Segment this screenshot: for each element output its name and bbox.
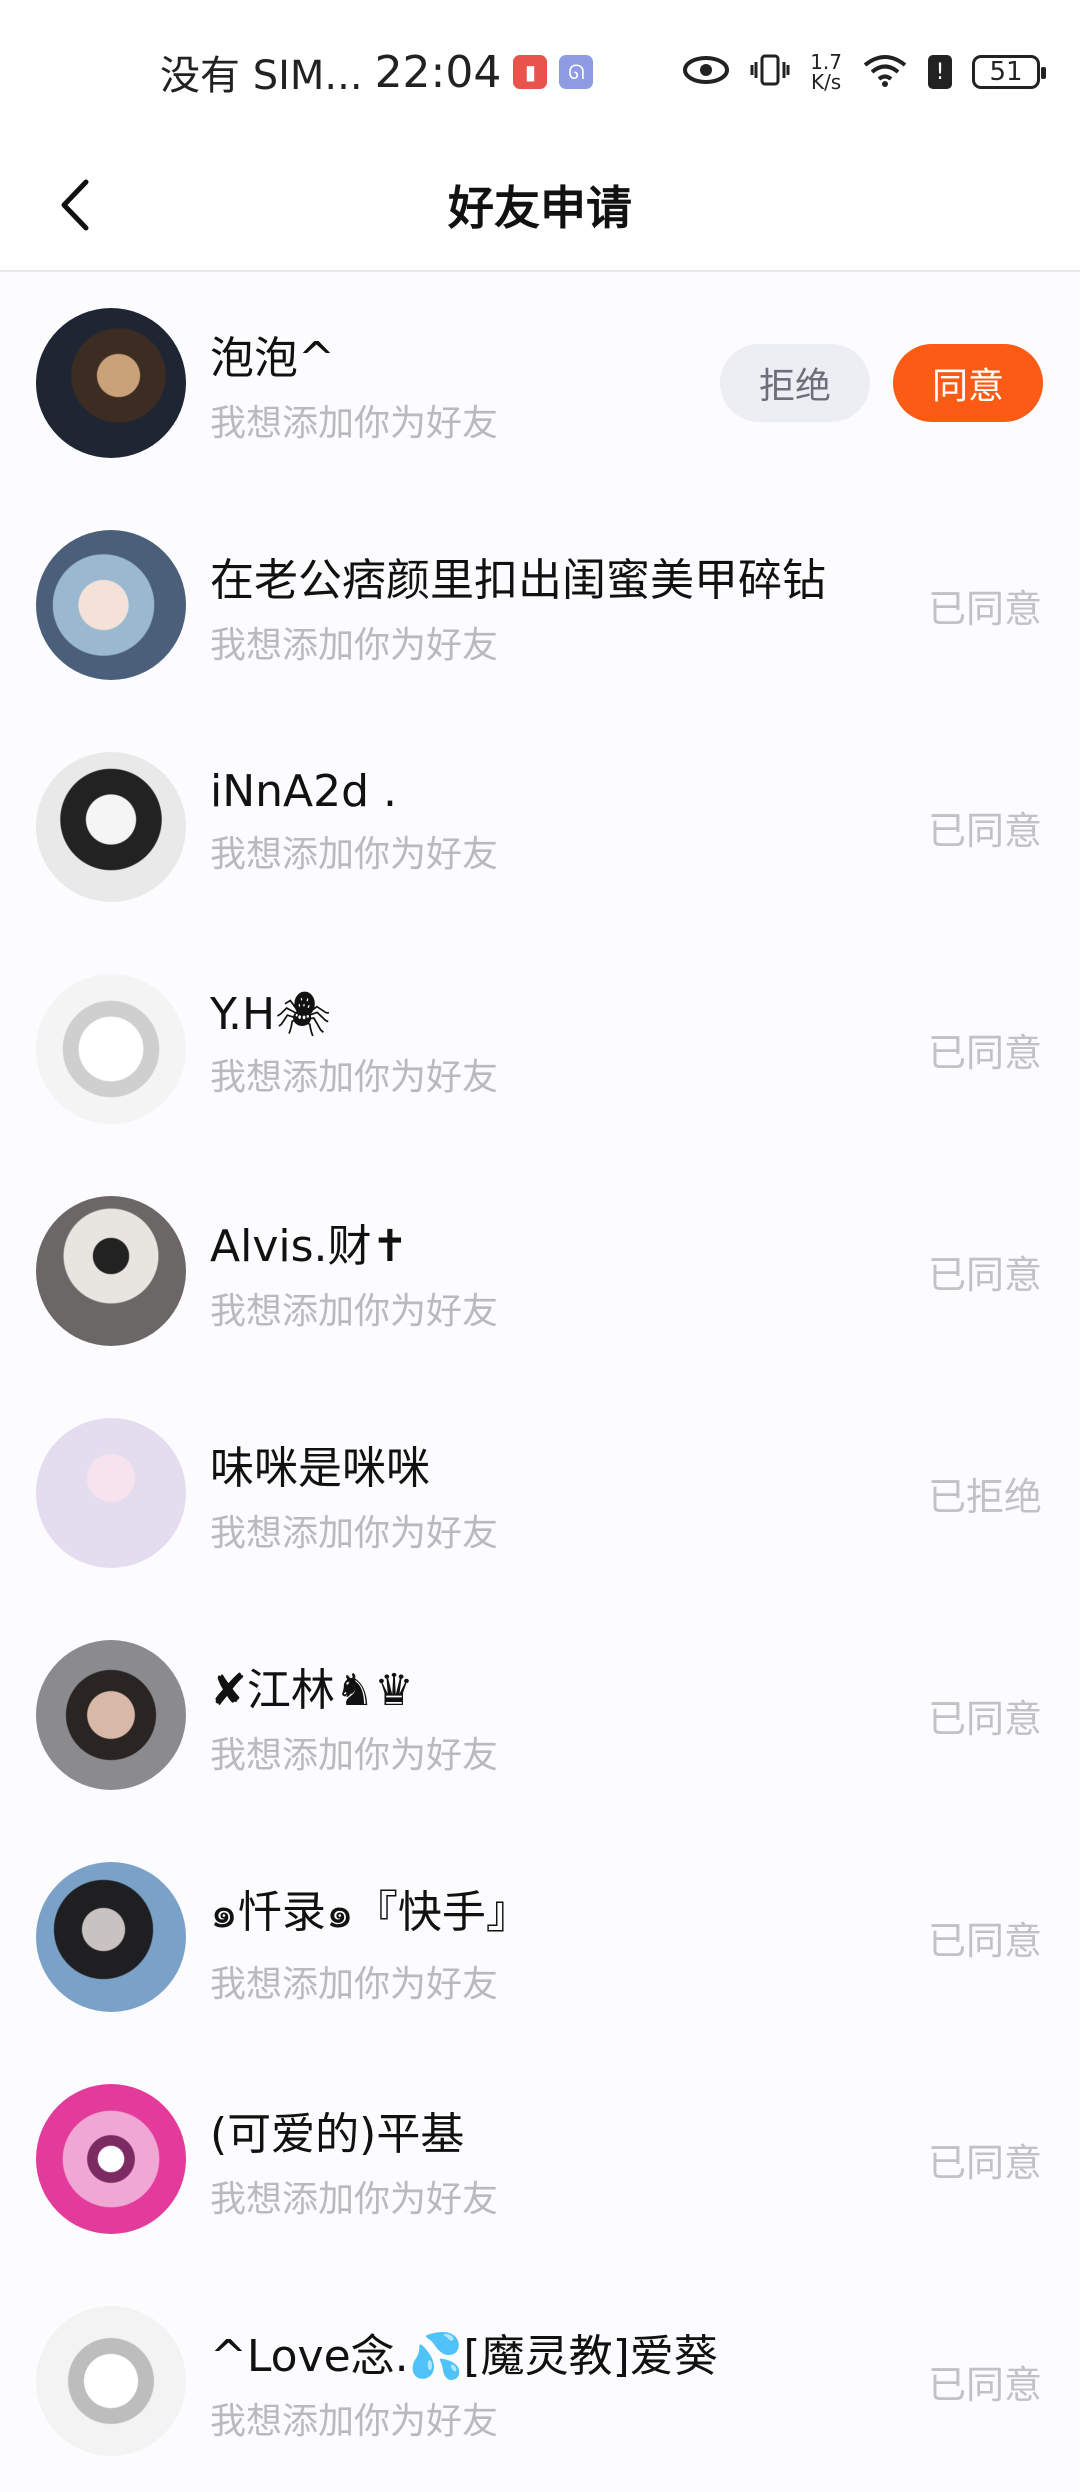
status-bar: 没有 SIM... 22:04 ▮ ᘏ 1.7 K/s ! 51	[0, 0, 1080, 140]
request-message: 我想添加你为好友	[210, 403, 499, 444]
list-item[interactable]: ๑忏录๑『快手』 我想添加你为好友 已同意	[0, 1826, 1080, 2048]
status-label: 已同意	[927, 808, 1042, 853]
request-name: ๑忏录๑『快手』	[210, 1887, 530, 1938]
vibrate-icon	[750, 53, 790, 91]
request-name: iNnA2d .	[210, 766, 398, 817]
request-message: 我想添加你为好友	[210, 1057, 499, 1098]
list-item[interactable]: Alvis.财✝ 我想添加你为好友 已同意	[0, 1160, 1080, 1382]
friend-request-list: 泡泡^ 我想添加你为好友 拒绝 同意 在老公痞颜里扣出闺蜜美甲碎钻 我想添加你为…	[0, 272, 1080, 2492]
request-message: 我想添加你为好友	[210, 1735, 499, 1776]
avatar[interactable]	[36, 1640, 186, 1790]
request-name: ^Love念.💦[魔灵教]爱葵	[210, 2331, 718, 2382]
request-message: 我想添加你为好友	[210, 834, 499, 875]
sim-alert-icon: !	[928, 55, 952, 89]
speed-unit: K/s	[810, 70, 842, 94]
status-right: 1.7 K/s ! 51	[682, 42, 1046, 102]
list-item[interactable]: 味咪是咪咪 我想添加你为好友 已拒绝	[0, 1382, 1080, 1604]
request-message: 我想添加你为好友	[210, 2179, 499, 2220]
request-name: (可爱的)平基	[210, 2109, 465, 2160]
list-item[interactable]: 在老公痞颜里扣出闺蜜美甲碎钻 我想添加你为好友 已同意	[0, 494, 1080, 716]
request-message: 我想添加你为好友	[210, 1291, 499, 1332]
avatar[interactable]	[36, 2306, 186, 2456]
app-header: 好友申请	[0, 140, 1080, 272]
status-label: 已同意	[927, 2362, 1042, 2407]
list-item[interactable]: ^Love念.💦[魔灵教]爱葵 我想添加你为好友 已同意	[0, 2270, 1080, 2492]
page-title: 好友申请	[448, 181, 632, 235]
status-label: 已同意	[927, 1030, 1042, 1075]
network-speed: 1.7 K/s	[810, 52, 842, 92]
request-name: Y.H🕷	[210, 989, 331, 1040]
list-item[interactable]: Y.H🕷 我想添加你为好友 已同意	[0, 938, 1080, 1160]
status-label: 已拒绝	[927, 1474, 1042, 1519]
battery-indicator: 51	[972, 55, 1046, 89]
list-item[interactable]: iNnA2d . 我想添加你为好友 已同意	[0, 716, 1080, 938]
app-notification-icon: ᘏ	[559, 55, 594, 89]
request-message: 我想添加你为好友	[210, 625, 499, 666]
avatar[interactable]	[36, 1418, 186, 1568]
request-message: 我想添加你为好友	[210, 1964, 499, 2005]
reject-button[interactable]: 拒绝	[720, 344, 870, 422]
status-label: 已同意	[927, 1918, 1042, 1963]
request-message: 我想添加你为好友	[210, 1513, 499, 1554]
request-name: ✘江林♞♛	[210, 1665, 414, 1716]
wifi-icon	[862, 53, 908, 91]
list-item[interactable]: 泡泡^ 我想添加你为好友 拒绝 同意	[0, 272, 1080, 494]
carrier-text: 没有 SIM...	[160, 53, 363, 99]
avatar[interactable]	[36, 308, 186, 458]
speed-value: 1.7	[810, 50, 842, 74]
status-time: 22:04	[374, 46, 502, 98]
avatar[interactable]	[36, 752, 186, 902]
battery-warning-icon: ▮	[513, 55, 548, 89]
avatar[interactable]	[36, 974, 186, 1124]
status-label: 已同意	[927, 1696, 1042, 1741]
avatar[interactable]	[36, 1862, 186, 2012]
request-name: Alvis.财✝	[210, 1221, 409, 1272]
avatar[interactable]	[36, 1196, 186, 1346]
status-label: 已同意	[927, 2140, 1042, 2185]
status-label: 已同意	[927, 586, 1042, 631]
eye-icon	[682, 55, 730, 89]
request-name: 泡泡^	[210, 333, 335, 384]
status-label: 已同意	[927, 1252, 1042, 1297]
list-item[interactable]: (可爱的)平基 我想添加你为好友 已同意	[0, 2048, 1080, 2270]
request-name: 味咪是咪咪	[210, 1443, 430, 1494]
avatar[interactable]	[36, 2084, 186, 2234]
list-item[interactable]: ✘江林♞♛ 我想添加你为好友 已同意	[0, 1604, 1080, 1826]
avatar[interactable]	[36, 530, 186, 680]
request-name: 在老公痞颜里扣出闺蜜美甲碎钻	[210, 555, 826, 606]
accept-button[interactable]: 同意	[893, 344, 1043, 422]
status-left: 没有 SIM... 22:04 ▮ ᘏ	[160, 42, 594, 102]
